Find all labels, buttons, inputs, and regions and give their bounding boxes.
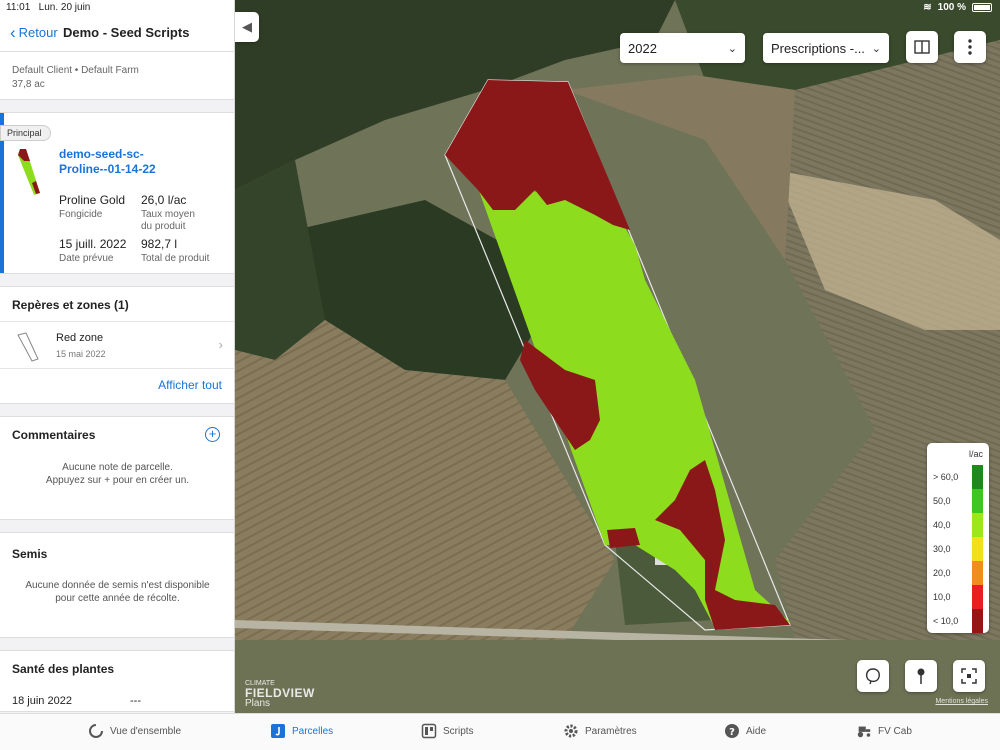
layer-select[interactable]: Prescriptions -... ⌄: [763, 33, 889, 63]
product-info: Proline Gold Fongicide: [59, 193, 126, 220]
overview-icon: [89, 724, 103, 738]
help-icon: ?: [725, 724, 739, 738]
comments-empty-text: Aucune note de parcelle. Appuyez sur + p…: [45, 462, 190, 486]
status-clock: 11:01 Lun. 20 juin: [6, 2, 91, 13]
total-info: 982,7 l Total de produit: [141, 237, 210, 264]
legend-label: 30,0: [933, 544, 951, 554]
legend-swatch: [972, 609, 983, 633]
battery-icon: [972, 3, 992, 12]
legend-label: 10,0: [933, 592, 951, 602]
legend-row: 50,0: [933, 489, 983, 513]
legend-swatch: [972, 561, 983, 585]
legend-label: > 60,0: [933, 472, 959, 482]
fieldview-logo: CLIMATE FIELDVIEW Plans: [245, 680, 315, 709]
legend-swatch: [972, 489, 983, 513]
legend-row: 10,0: [933, 585, 983, 609]
prescription-card[interactable]: Principal demo-seed-sc- Proline--01-14-2…: [0, 112, 234, 274]
legal-notice-link[interactable]: Mentions légales: [935, 698, 988, 705]
field-area: 37,8 ac: [12, 79, 45, 90]
status-bar: ≋ 100 %: [923, 2, 992, 13]
nav-fv-cab[interactable]: FV Cab: [856, 723, 912, 739]
year-select-value: 2022: [628, 40, 657, 56]
bottom-navigation: Vue d'ensemble Parcelles Scripts Paramèt…: [0, 713, 1000, 750]
chevron-down-icon: ⌄: [871, 42, 881, 55]
chevron-left-icon: ‹: [10, 22, 16, 42]
show-all-link[interactable]: Afficher tout: [158, 378, 222, 392]
more-vertical-icon: [968, 39, 972, 55]
zone-shape-icon: [17, 332, 39, 362]
prescription-name[interactable]: demo-seed-sc- Proline--01-14-22: [59, 147, 219, 177]
markers-zones-section: Repères et zones (1) Red zone 15 mai 202…: [0, 286, 234, 404]
recenter-icon: [961, 668, 977, 684]
scripts-icon: [421, 723, 437, 739]
pin-icon: [917, 668, 925, 684]
legend-row: > 60,0: [933, 465, 983, 489]
client-farm-label: Default Client • Default Farm: [12, 65, 139, 76]
legend-unit: l/ac: [968, 449, 983, 459]
plant-health-section: Santé des plantes 18 juin 2022 ---: [0, 650, 234, 712]
satellite-imagery: [235, 0, 1000, 713]
tractor-icon: [857, 726, 871, 738]
legend-swatch: [972, 585, 983, 609]
plant-health-value: ---: [130, 695, 141, 707]
seeding-empty-text: Aucune donnée de semis n'est disponible …: [25, 580, 210, 604]
legend-row: 30,0: [933, 537, 983, 561]
add-pin-button[interactable]: [905, 660, 937, 692]
nav-fields[interactable]: Parcelles: [270, 723, 333, 739]
nav-overview[interactable]: Vue d'ensemble: [88, 723, 181, 739]
page-title: Demo - Seed Scripts: [63, 25, 190, 40]
plans-attribution: Plans: [245, 698, 271, 709]
recenter-button[interactable]: [953, 660, 985, 692]
plus-icon: +: [208, 426, 217, 441]
prescription-thumbnail: [18, 149, 40, 195]
field-map[interactable]: ≋ 100 % ◀ 2022 ⌄ Prescriptions -... ⌄ l/…: [235, 0, 1000, 713]
split-view-icon: [914, 40, 930, 54]
chevron-right-icon: ›: [218, 337, 223, 352]
legend-row: 40,0: [933, 513, 983, 537]
date-info: 15 juill. 2022 Date prévue: [59, 237, 127, 264]
battery-percent: 100 %: [937, 2, 966, 13]
sidebar-header: 11:01 Lun. 20 juin ‹ Retour Demo - Seed …: [0, 0, 234, 52]
zones-title: Repères et zones (1): [12, 298, 129, 312]
primary-tag: Principal: [0, 125, 51, 141]
chevron-down-icon: ⌄: [727, 42, 737, 55]
rate-info: 26,0 l/ac Taux moyen du produit: [141, 193, 195, 232]
split-view-button[interactable]: [906, 31, 938, 63]
gear-icon: [564, 724, 578, 738]
add-comment-button[interactable]: +: [205, 427, 220, 442]
map-legend: l/ac > 60,0 50,0 40,0 30,0 20,0 10,0 < 10,0: [927, 443, 989, 633]
field-sidebar: 11:01 Lun. 20 juin ‹ Retour Demo - Seed …: [0, 0, 235, 713]
lasso-button[interactable]: [857, 660, 889, 692]
layer-select-value: Prescriptions -...: [771, 40, 865, 56]
legend-swatch: [972, 465, 983, 489]
legend-swatch: [972, 537, 983, 561]
more-options-button[interactable]: [954, 31, 986, 63]
plant-health-date: 18 juin 2022: [12, 695, 72, 707]
plant-health-title: Santé des plantes: [12, 662, 115, 676]
collapse-sidebar-button[interactable]: ◀: [235, 12, 259, 42]
nav-settings[interactable]: Paramètres: [563, 723, 637, 739]
zone-item[interactable]: Red zone 15 mai 2022 ›: [0, 321, 234, 369]
comments-section: Commentaires + Aucune note de parcelle. …: [0, 416, 234, 520]
farm-info: Default Client • Default Farm 37,8 ac: [0, 52, 234, 100]
wifi-icon: ≋: [923, 2, 932, 13]
legend-swatch: [972, 513, 983, 537]
year-select[interactable]: 2022 ⌄: [620, 33, 745, 63]
legend-label: < 10,0: [933, 616, 959, 626]
legend-row: < 10,0: [933, 609, 983, 633]
legend-row: 20,0: [933, 561, 983, 585]
fields-icon: [271, 724, 285, 738]
seeding-section: Semis Aucune donnée de semis n'est dispo…: [0, 532, 234, 638]
svg-text:?: ?: [729, 727, 735, 738]
legend-label: 40,0: [933, 520, 951, 530]
chevron-left-icon: ◀: [242, 19, 252, 34]
comments-title: Commentaires: [12, 428, 96, 442]
lasso-icon: [865, 668, 880, 685]
legend-label: 50,0: [933, 496, 951, 506]
nav-help[interactable]: ? Aide: [724, 723, 766, 739]
seeding-title: Semis: [12, 547, 48, 561]
legend-label: 20,0: [933, 568, 951, 578]
back-button[interactable]: ‹ Retour: [10, 22, 58, 42]
nav-scripts[interactable]: Scripts: [421, 723, 474, 739]
